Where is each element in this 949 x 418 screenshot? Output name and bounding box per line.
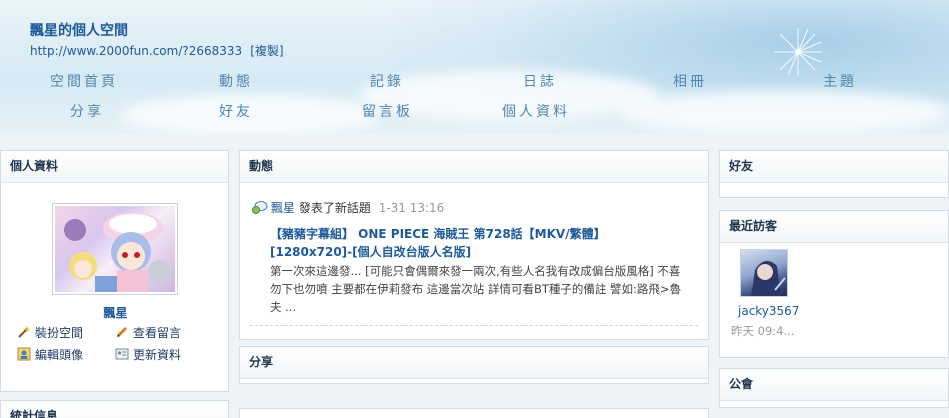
profile-panel-title: 個人資料 <box>1 151 228 183</box>
feed-excerpt: 第一次來這邊發... [可能只會偶爾來發一兩次,有些人名我有改成偏台版風格] 不… <box>270 264 682 314</box>
pencil-icon <box>116 326 128 338</box>
profile-panel: 個人資料 飄星 裝扮空間 查看留言 編輯頭像 更新資料 <box>0 150 229 392</box>
feed-timestamp: 1-31 13:16 <box>378 201 445 215</box>
profile-avatar[interactable] <box>52 203 178 295</box>
nav-blog[interactable]: 日誌 <box>523 71 557 91</box>
notice-panel: 公會 <box>719 368 949 408</box>
view-messages-link[interactable]: 查看留言 <box>115 324 181 341</box>
feed-user-link[interactable]: 飄星 <box>271 201 295 215</box>
center-next-panel <box>239 408 709 418</box>
friends-panel-title: 好友 <box>720 151 948 183</box>
profile-name[interactable]: 飄星 <box>1 304 230 321</box>
visitors-panel: 最近訪客 jacky3567 昨天 09:4... <box>719 210 949 358</box>
view-messages-label: 查看留言 <box>133 326 182 340</box>
nav-records[interactable]: 記錄 <box>370 71 404 91</box>
decorate-space-link[interactable]: 裝扮空間 <box>17 324 83 341</box>
copy-url-button[interactable]: [複製] <box>250 44 283 58</box>
update-profile-link[interactable]: 更新資料 <box>115 346 181 363</box>
visitors-panel-title: 最近訪客 <box>720 211 948 243</box>
nav-topics[interactable]: 主題 <box>823 71 857 91</box>
space-title[interactable]: 飄星的個人空間 <box>30 20 128 40</box>
nav-activity[interactable]: 動態 <box>219 71 253 91</box>
nav-friends[interactable]: 好友 <box>219 101 253 121</box>
chat-bubble-icon <box>252 201 268 214</box>
visitor-avatar-image <box>751 260 786 296</box>
feed-item-header: 飄星 發表了新話題 1-31 13:16 <box>252 199 444 216</box>
stats-panel-title: 統計信息 <box>1 401 228 418</box>
feed-panel-title: 動態 <box>240 151 708 183</box>
feed-action-text: 發表了新話題 <box>298 201 371 215</box>
notice-panel-title: 公會 <box>720 369 948 401</box>
feed-divider <box>250 325 698 326</box>
nav-guestbook[interactable]: 留言板 <box>362 101 413 121</box>
avatar-illustration <box>64 212 172 292</box>
space-url: http://www.2000fun.com/?2668333 [複製] <box>30 42 284 59</box>
share-panel: 分享 <box>239 346 709 384</box>
nav-profile[interactable]: 個人資料 <box>502 101 570 121</box>
avatar-frame-icon <box>17 347 31 361</box>
dandelion-decoration <box>774 28 822 76</box>
nav-album[interactable]: 相冊 <box>673 71 707 91</box>
decorate-space-label: 裝扮空間 <box>35 326 84 340</box>
header-cloud <box>620 90 949 134</box>
nav-home[interactable]: 空間首頁 <box>50 71 118 91</box>
friends-panel: 好友 <box>719 150 949 198</box>
feed-panel: 動態 飄星 發表了新話題 1-31 13:16 【豬豬字幕組】 ONE PIEC… <box>239 150 709 340</box>
share-panel-title: 分享 <box>240 347 708 379</box>
space-header: 飄星的個人空間 http://www.2000fun.com/?2668333 [… <box>0 0 949 134</box>
visitor-avatar[interactable] <box>740 249 788 297</box>
visitor-name-link[interactable]: jacky3567 <box>738 304 799 318</box>
magic-wand-icon <box>18 326 31 338</box>
space-url-text[interactable]: http://www.2000fun.com/?2668333 <box>30 44 242 58</box>
visitor-time: 昨天 09:4... <box>731 324 795 338</box>
edit-avatar-link[interactable]: 編輯頭像 <box>17 346 83 363</box>
stats-panel: 統計信息 <box>0 400 229 418</box>
nav-share[interactable]: 分享 <box>70 101 104 121</box>
feed-topic-link[interactable]: 【豬豬字幕組】 ONE PIECE 海賊王 第728話【MKV/繁體】[1280… <box>270 225 680 261</box>
id-card-icon <box>115 348 129 360</box>
edit-avatar-label: 編輯頭像 <box>35 348 84 362</box>
avatar-image <box>55 206 175 292</box>
update-profile-label: 更新資料 <box>133 348 182 362</box>
